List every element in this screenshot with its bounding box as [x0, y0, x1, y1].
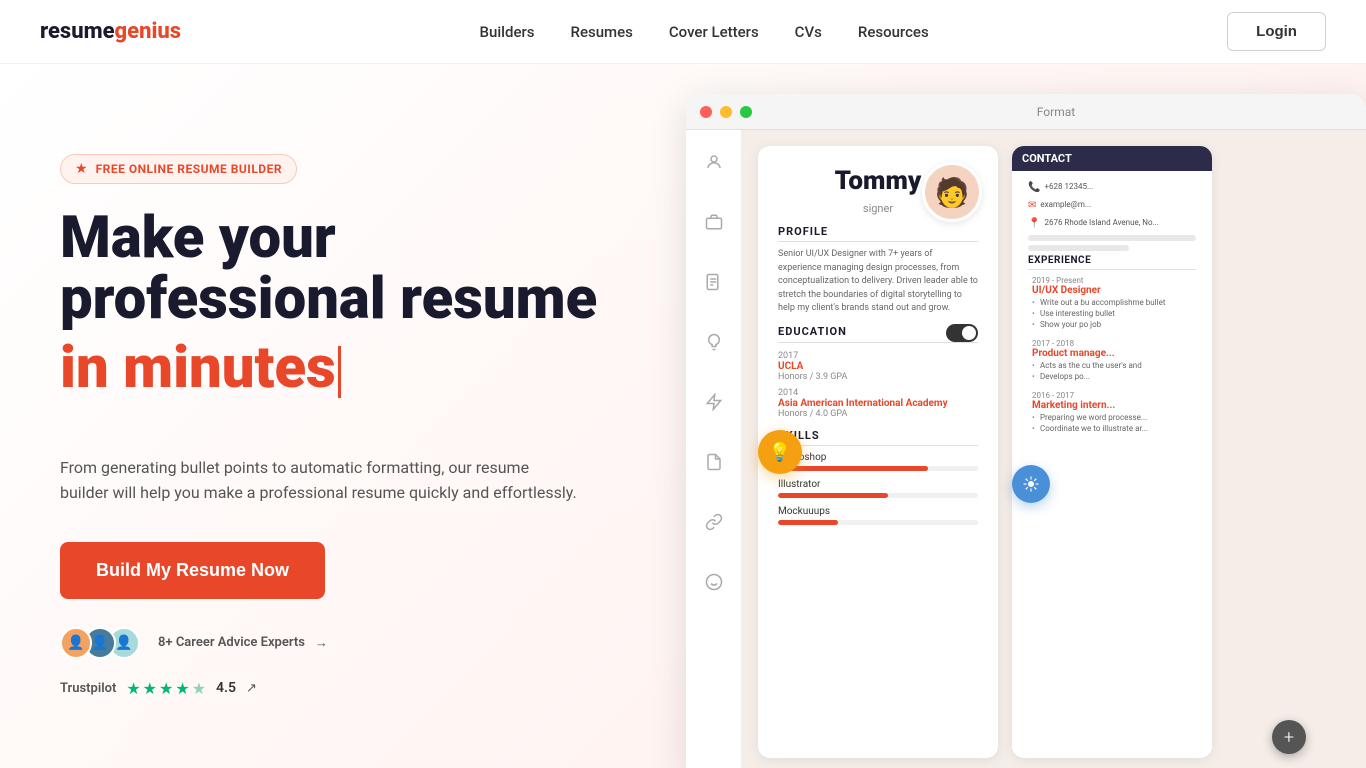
sidebar-icon-file[interactable]	[696, 264, 732, 300]
resume-panel-right: CONTACT 📞 +628 12345... ✉ example@m... 📍…	[1012, 146, 1212, 758]
social-proof: 👤 👤 👤 8+ Career Advice Experts →	[60, 627, 600, 659]
hero-title-accent: in minutes	[60, 338, 600, 399]
sidebar-icon-person[interactable]	[696, 144, 732, 180]
nav-resources[interactable]: Resources	[858, 23, 929, 41]
nav-cover-letters[interactable]: Cover Letters	[669, 23, 759, 41]
rating-value: 4.5	[216, 680, 236, 696]
exp-bullet-1-2: Use interesting bullet	[1040, 309, 1196, 318]
contact-email: ✉ example@m...	[1028, 199, 1196, 211]
education-section-title: EDUCATION	[778, 325, 946, 341]
experience-title: EXPERIENCE	[1028, 255, 1196, 270]
hero-badge: ★ FREE ONLINE RESUME BUILDER	[60, 154, 297, 184]
exp-bullet-2-1: Acts as the cu the user's and	[1040, 361, 1196, 370]
float-button-gold[interactable]: 💡	[758, 430, 802, 474]
skills-section-title: SKILLS	[778, 429, 978, 446]
site-header: resumegenius Builders Resumes Cover Lett…	[0, 0, 1366, 64]
profile-section-title: PROFILE	[778, 225, 978, 242]
skill-mockuuups: Mockuuups	[778, 506, 978, 525]
hero-title-line1: Make your professional resume	[60, 208, 600, 330]
email-icon: ✉	[1028, 200, 1036, 211]
star-5: ★	[192, 679, 206, 698]
star-2: ★	[143, 679, 157, 698]
contact-title: CONTACT	[1012, 146, 1212, 171]
avatar-1: 👤	[60, 627, 92, 659]
mockup-body: 💡 🧑 Tommy signer PROFILE Senior UI/UX De…	[686, 130, 1366, 768]
resume-avatar: 🧑	[922, 162, 982, 222]
exp-bullet-2-2: Develops po...	[1040, 372, 1196, 381]
window-dot-green	[740, 106, 752, 118]
window-title-label: Format	[1037, 105, 1075, 119]
skill-photoshop: Photoshop	[778, 452, 978, 471]
nav-cvs[interactable]: CVs	[795, 23, 822, 41]
sidebar-icon-emoji[interactable]	[696, 564, 732, 600]
profile-text: Senior UI/UX Designer with 7+ years of e…	[778, 248, 978, 316]
phone-icon: 📞	[1028, 182, 1040, 193]
contact-address: 📍 2676 Rhode Island Avenue, No...	[1028, 217, 1196, 229]
login-button[interactable]: Login	[1227, 12, 1326, 51]
exp-item-1: 2019 - Present UI/UX Designer Write out …	[1028, 276, 1196, 329]
resume-name-label: Tommy	[835, 166, 922, 196]
hero-section: ★ FREE ONLINE RESUME BUILDER Make your p…	[0, 64, 1366, 768]
education-header: EDUCATION	[778, 324, 978, 342]
exp-item-2: 2017 - 2018 Product manage... Acts as th…	[1028, 339, 1196, 381]
hero-description: From generating bullet points to automat…	[60, 455, 580, 506]
skill-illustrator: Illustrator	[778, 479, 978, 498]
badge-icon: ★	[75, 161, 88, 177]
toggle-switch[interactable]	[946, 324, 978, 342]
star-rating: ★ ★ ★ ★ ★	[126, 679, 206, 698]
trustpilot-label: Trustpilot	[60, 681, 116, 696]
cursor	[338, 346, 341, 398]
sidebar-icon-document[interactable]	[696, 444, 732, 480]
sidebar-icon-briefcase[interactable]	[696, 204, 732, 240]
trustpilot-arrow[interactable]: ↗	[246, 681, 257, 696]
main-nav: Builders Resumes Cover Letters CVs Resou…	[480, 23, 929, 41]
trustpilot-rating[interactable]: Trustpilot ★ ★ ★ ★ ★ 4.5 ↗	[60, 679, 600, 698]
float-button-blue[interactable]	[1012, 465, 1050, 503]
exp-bullet-3-2: Coordinate we to illustrate ar...	[1040, 424, 1196, 433]
exp-item-3: 2016 - 2017 Marketing intern... Preparin…	[1028, 391, 1196, 433]
sidebar-icon-link[interactable]	[696, 504, 732, 540]
window-dot-yellow	[720, 106, 732, 118]
sidebar-icon-lightbulb[interactable]	[696, 324, 732, 360]
badge-label: FREE ONLINE RESUME BUILDER	[96, 162, 282, 176]
location-icon: 📍	[1028, 218, 1040, 229]
star-1: ★	[126, 679, 140, 698]
nav-resumes[interactable]: Resumes	[571, 23, 633, 41]
edu-item-1: 2017 UCLA Honors / 3.9 GPA	[778, 351, 978, 382]
logo-genius: genius	[115, 19, 182, 44]
lightbulb-icon: 💡	[769, 442, 791, 463]
sidebar-icons	[686, 130, 742, 768]
exp-bullet-1-1: Write out a bu accomplishme bullet	[1040, 298, 1196, 307]
logo-resume: resume	[40, 19, 115, 44]
add-button[interactable]: +	[1272, 720, 1306, 754]
window-dot-red	[700, 106, 712, 118]
star-3: ★	[159, 679, 173, 698]
sidebar-icon-bolt[interactable]	[696, 384, 732, 420]
toggle-knob	[962, 326, 976, 340]
exp-bullet-1-3: Show your po job	[1040, 320, 1196, 329]
window-bar: Format	[686, 94, 1366, 130]
hero-content: ★ FREE ONLINE RESUME BUILDER Make your p…	[0, 64, 640, 768]
star-4: ★	[175, 679, 189, 698]
mockup-window: Format	[686, 94, 1366, 768]
nav-builders[interactable]: Builders	[480, 23, 535, 41]
exp-bullet-3-1: Preparing we word processe...	[1040, 413, 1196, 422]
expert-avatars: 👤 👤 👤	[60, 627, 132, 659]
expert-count: 8+ Career Advice Experts	[158, 635, 305, 650]
contact-phone: 📞 +628 12345...	[1028, 181, 1196, 193]
build-resume-button[interactable]: Build My Resume Now	[60, 542, 325, 599]
hero-mockup: Format	[640, 64, 1366, 768]
logo[interactable]: resumegenius	[40, 19, 181, 44]
social-proof-arrow: →	[315, 635, 328, 651]
edu-item-2: 2014 Asia American International Academy…	[778, 388, 978, 419]
